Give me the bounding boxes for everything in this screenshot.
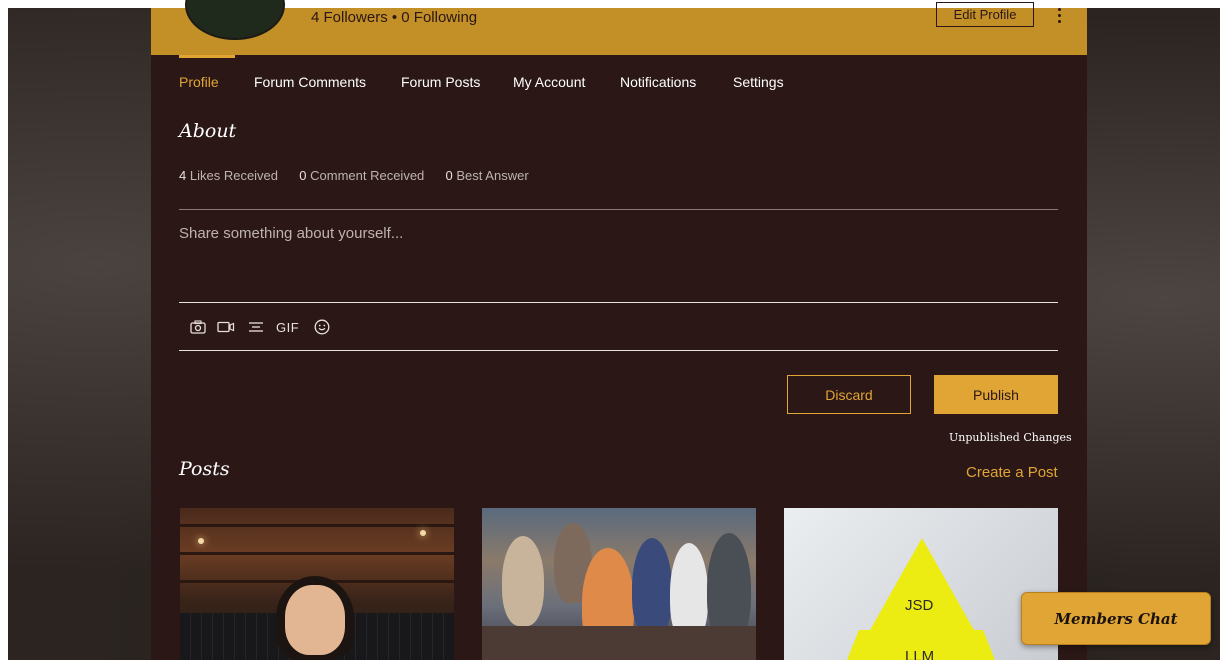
followers-count[interactable]: 4 Followers • 0 Following — [311, 9, 477, 26]
toolbar-underline — [179, 350, 1058, 351]
tab-forum-comments[interactable]: Forum Comments — [254, 55, 366, 105]
edit-profile-button[interactable]: Edit Profile — [936, 2, 1034, 27]
about-title: About — [179, 120, 237, 142]
publish-button[interactable]: Publish — [934, 375, 1058, 414]
shelf — [180, 552, 454, 555]
pyramid-label-jsd: JSD — [905, 597, 934, 614]
church-pew — [482, 626, 756, 660]
pyramid-label-llm: LLM — [905, 648, 935, 660]
members-chat-button[interactable]: Members Chat — [1021, 592, 1211, 645]
camera-icon[interactable] — [188, 316, 208, 338]
more-options-icon[interactable] — [1054, 8, 1064, 30]
likes-label: Likes Received — [189, 168, 279, 183]
about-input[interactable]: Share something about yourself... — [179, 225, 403, 242]
tab-forum-posts[interactable]: Forum Posts — [401, 55, 480, 105]
emoji-icon[interactable] — [313, 316, 331, 338]
create-post-link[interactable]: Create a Post — [966, 464, 1058, 481]
likes-count: 4 — [179, 168, 187, 183]
crowd-person — [502, 536, 544, 626]
crowd-person — [632, 538, 672, 638]
unpublished-status: Unpublished Changes — [949, 431, 1072, 444]
window-frame-left — [0, 0, 8, 660]
post-card-3[interactable]: JSD LLM — [784, 508, 1058, 660]
shelf — [180, 524, 454, 527]
window-frame-right — [1220, 0, 1226, 660]
divider-icon[interactable] — [246, 316, 266, 338]
light-bulb — [198, 538, 204, 544]
pyramid-top — [870, 538, 974, 630]
tab-settings[interactable]: Settings — [733, 55, 784, 105]
tab-my-account[interactable]: My Account — [513, 55, 585, 105]
answers-label: Best Answer — [456, 168, 529, 183]
divider — [179, 209, 1058, 210]
post-card-2[interactable] — [482, 508, 756, 660]
gif-icon[interactable]: GIF — [276, 316, 299, 338]
post-card-1[interactable] — [180, 508, 454, 660]
comments-count: 0 — [299, 168, 307, 183]
input-underline — [179, 302, 1058, 303]
comments-label: Comment Received — [310, 168, 425, 183]
window-frame-top — [0, 0, 1226, 8]
tab-profile[interactable]: Profile — [179, 55, 235, 105]
video-icon[interactable] — [216, 316, 236, 338]
composer-toolbar: GIF — [188, 316, 331, 338]
answers-count: 0 — [445, 168, 453, 183]
light-bulb — [420, 530, 426, 536]
discard-button[interactable]: Discard — [787, 375, 911, 414]
about-stats: 4 Likes Received 0 Comment Received 0 Be… — [179, 168, 529, 183]
tab-notifications[interactable]: Notifications — [620, 55, 696, 105]
posts-title: Posts — [179, 458, 230, 480]
person-face — [285, 585, 345, 655]
